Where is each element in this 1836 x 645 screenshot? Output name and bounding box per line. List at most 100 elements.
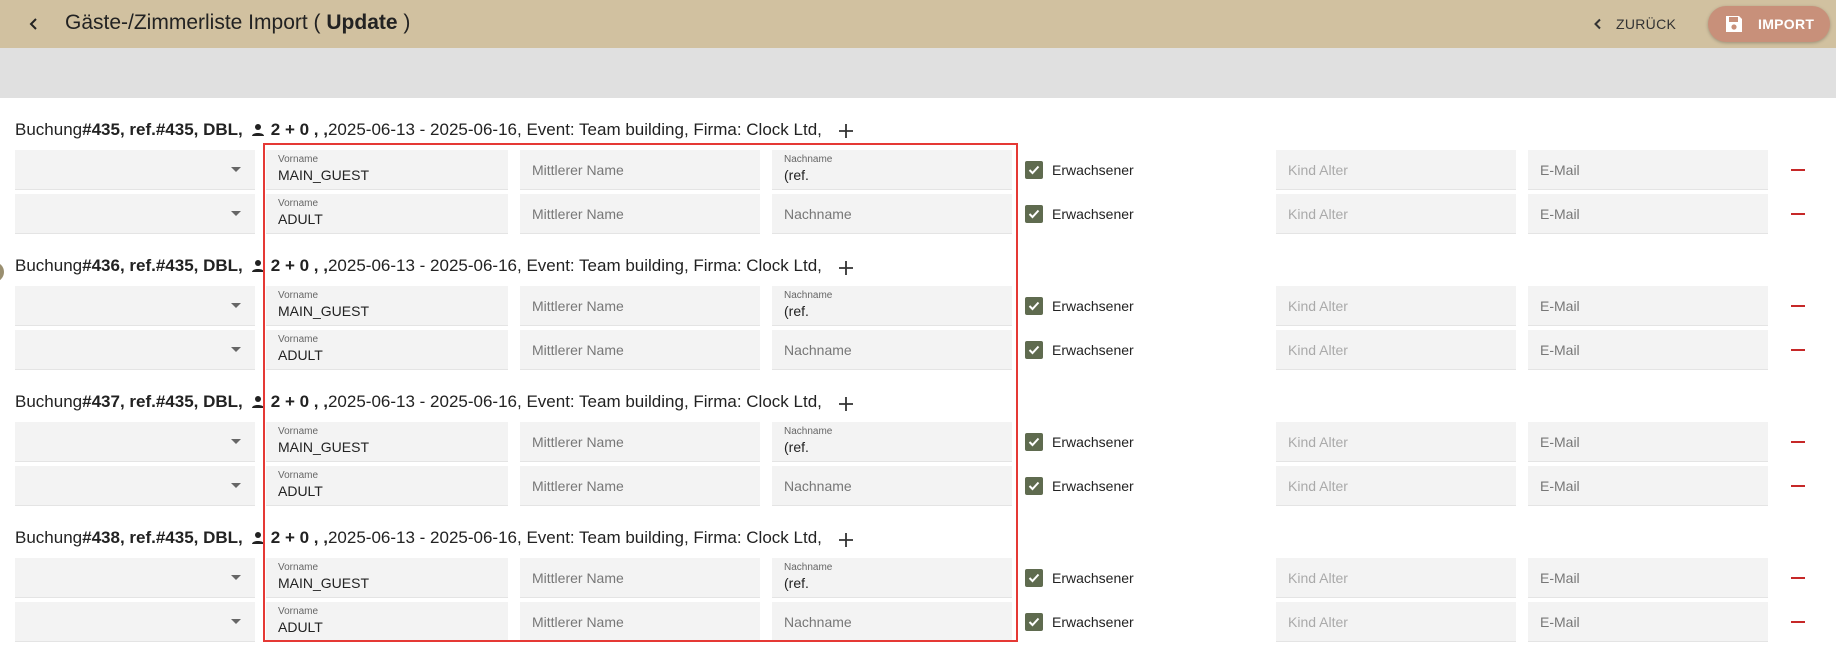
guest-row: Vorname ADULT Mittlerer Name Nachname Erw… xyxy=(0,330,1836,370)
remove-guest-button[interactable] xyxy=(1786,474,1810,498)
nachname-value: (ref. xyxy=(784,575,809,591)
nachname-field[interactable]: Nachname xyxy=(772,466,1012,506)
remove-guest-button[interactable] xyxy=(1786,430,1810,454)
caret-down-icon xyxy=(231,303,241,308)
email-field[interactable]: E-Mail xyxy=(1528,150,1768,190)
room-select[interactable] xyxy=(15,422,255,462)
vorname-field[interactable]: Vorname ADULT xyxy=(266,330,508,370)
nachname-field[interactable]: Nachname xyxy=(772,602,1012,642)
booking-id: #437, ref.#435, DBL, xyxy=(82,392,243,411)
check-icon xyxy=(1028,345,1040,355)
nachname-field[interactable]: Nachname (ref. xyxy=(772,286,1012,326)
erwachsener-checkbox[interactable] xyxy=(1025,569,1043,587)
room-select[interactable] xyxy=(15,286,255,326)
booking-details: 2025-06-13 - 2025-06-16, Event: Team bui… xyxy=(327,392,822,411)
email-field[interactable]: E-Mail xyxy=(1528,558,1768,598)
check-icon xyxy=(1028,301,1040,311)
room-select[interactable] xyxy=(15,150,255,190)
room-select[interactable] xyxy=(15,194,255,234)
erwachsener-checkbox[interactable] xyxy=(1025,297,1043,315)
email-field[interactable]: E-Mail xyxy=(1528,422,1768,462)
kind-alter-field[interactable]: Kind Alter xyxy=(1276,330,1516,370)
kind-alter-placeholder: Kind Alter xyxy=(1288,570,1348,586)
mittlerer-name-field[interactable]: Mittlerer Name xyxy=(520,466,760,506)
erwachsener-checkbox[interactable] xyxy=(1025,613,1043,631)
check-icon xyxy=(1028,437,1040,447)
nachname-field[interactable]: Nachname (ref. xyxy=(772,150,1012,190)
zurueck-button[interactable]: ZURÜCK xyxy=(1592,8,1676,40)
vorname-value: MAIN_GUEST xyxy=(278,167,370,183)
mittlerer-name-field[interactable]: Mittlerer Name xyxy=(520,330,760,370)
kind-alter-field[interactable]: Kind Alter xyxy=(1276,194,1516,234)
vorname-field[interactable]: Vorname ADULT xyxy=(266,194,508,234)
mittlerer-name-field[interactable]: Mittlerer Name xyxy=(520,558,760,598)
booking-prefix: Buchung xyxy=(15,256,83,275)
vorname-field[interactable]: Vorname MAIN_GUEST xyxy=(266,422,508,462)
email-placeholder: E-Mail xyxy=(1540,162,1580,178)
vorname-field[interactable]: Vorname MAIN_GUEST xyxy=(266,558,508,598)
vorname-field[interactable]: Vorname ADULT xyxy=(266,602,508,642)
mittlerer-name-field[interactable]: Mittlerer Name xyxy=(520,422,760,462)
erwachsener-checkbox[interactable] xyxy=(1025,477,1043,495)
kind-alter-placeholder: Kind Alter xyxy=(1288,342,1348,358)
vorname-value: MAIN_GUEST xyxy=(278,575,370,591)
guest-row: Vorname MAIN_GUEST Mittlerer Name Nachnam… xyxy=(0,422,1836,462)
nachname-field[interactable]: Nachname (ref. xyxy=(772,558,1012,598)
kind-alter-field[interactable]: Kind Alter xyxy=(1276,150,1516,190)
erwachsener-checkbox[interactable] xyxy=(1025,161,1043,179)
side-handle[interactable] xyxy=(0,262,4,282)
guest-row: Vorname ADULT Mittlerer Name Nachname Erw… xyxy=(0,466,1836,506)
email-field[interactable]: E-Mail xyxy=(1528,466,1768,506)
check-icon xyxy=(1028,573,1040,583)
vorname-label: Vorname xyxy=(278,426,319,437)
caret-down-icon xyxy=(231,439,241,444)
room-select[interactable] xyxy=(15,330,255,370)
room-select[interactable] xyxy=(15,466,255,506)
page-title-prefix: Gäste-/Zimmerliste Import ( xyxy=(65,11,327,34)
guest-row: Vorname MAIN_GUEST Mittlerer Name Nachnam… xyxy=(0,558,1836,598)
mittlerer-name-field[interactable]: Mittlerer Name xyxy=(520,286,760,326)
email-placeholder: E-Mail xyxy=(1540,342,1580,358)
back-arrow-button[interactable] xyxy=(18,8,50,40)
erwachsener-checkbox[interactable] xyxy=(1025,433,1043,451)
add-guest-button[interactable] xyxy=(834,256,858,280)
mittlerer-name-field[interactable]: Mittlerer Name xyxy=(520,150,760,190)
email-field[interactable]: E-Mail xyxy=(1528,602,1768,642)
add-guest-button[interactable] xyxy=(834,119,858,143)
erwachsener-checkbox[interactable] xyxy=(1025,341,1043,359)
kind-alter-field[interactable]: Kind Alter xyxy=(1276,286,1516,326)
nachname-field[interactable]: Nachname xyxy=(772,194,1012,234)
nachname-field[interactable]: Nachname xyxy=(772,330,1012,370)
remove-guest-button[interactable] xyxy=(1786,158,1810,182)
email-field[interactable]: E-Mail xyxy=(1528,330,1768,370)
kind-alter-placeholder: Kind Alter xyxy=(1288,478,1348,494)
remove-guest-button[interactable] xyxy=(1786,610,1810,634)
import-button[interactable]: IMPORT xyxy=(1708,6,1830,42)
kind-alter-field[interactable]: Kind Alter xyxy=(1276,466,1516,506)
mittlerer-name-field[interactable]: Mittlerer Name xyxy=(520,602,760,642)
room-select[interactable] xyxy=(15,558,255,598)
nachname-field[interactable]: Nachname (ref. xyxy=(772,422,1012,462)
email-field[interactable]: E-Mail xyxy=(1528,194,1768,234)
nachname-label: Nachname xyxy=(784,562,833,573)
kind-alter-field[interactable]: Kind Alter xyxy=(1276,602,1516,642)
remove-guest-button[interactable] xyxy=(1786,202,1810,226)
vorname-field[interactable]: Vorname ADULT xyxy=(266,466,508,506)
kind-alter-field[interactable]: Kind Alter xyxy=(1276,558,1516,598)
remove-guest-button[interactable] xyxy=(1786,338,1810,362)
email-field[interactable]: E-Mail xyxy=(1528,286,1768,326)
kind-alter-field[interactable]: Kind Alter xyxy=(1276,422,1516,462)
nachname-placeholder: Nachname xyxy=(784,206,852,222)
erwachsener-checkbox[interactable] xyxy=(1025,205,1043,223)
add-guest-button[interactable] xyxy=(834,392,858,416)
remove-guest-button[interactable] xyxy=(1786,294,1810,318)
erwachsener-label: Erwachsener xyxy=(1052,206,1134,222)
remove-guest-button[interactable] xyxy=(1786,566,1810,590)
check-icon xyxy=(1028,481,1040,491)
room-select[interactable] xyxy=(15,602,255,642)
mittlerer-name-field[interactable]: Mittlerer Name xyxy=(520,194,760,234)
vorname-field[interactable]: Vorname MAIN_GUEST xyxy=(266,286,508,326)
vorname-label: Vorname xyxy=(278,290,319,301)
add-guest-button[interactable] xyxy=(834,528,858,552)
vorname-field[interactable]: Vorname MAIN_GUEST xyxy=(266,150,508,190)
